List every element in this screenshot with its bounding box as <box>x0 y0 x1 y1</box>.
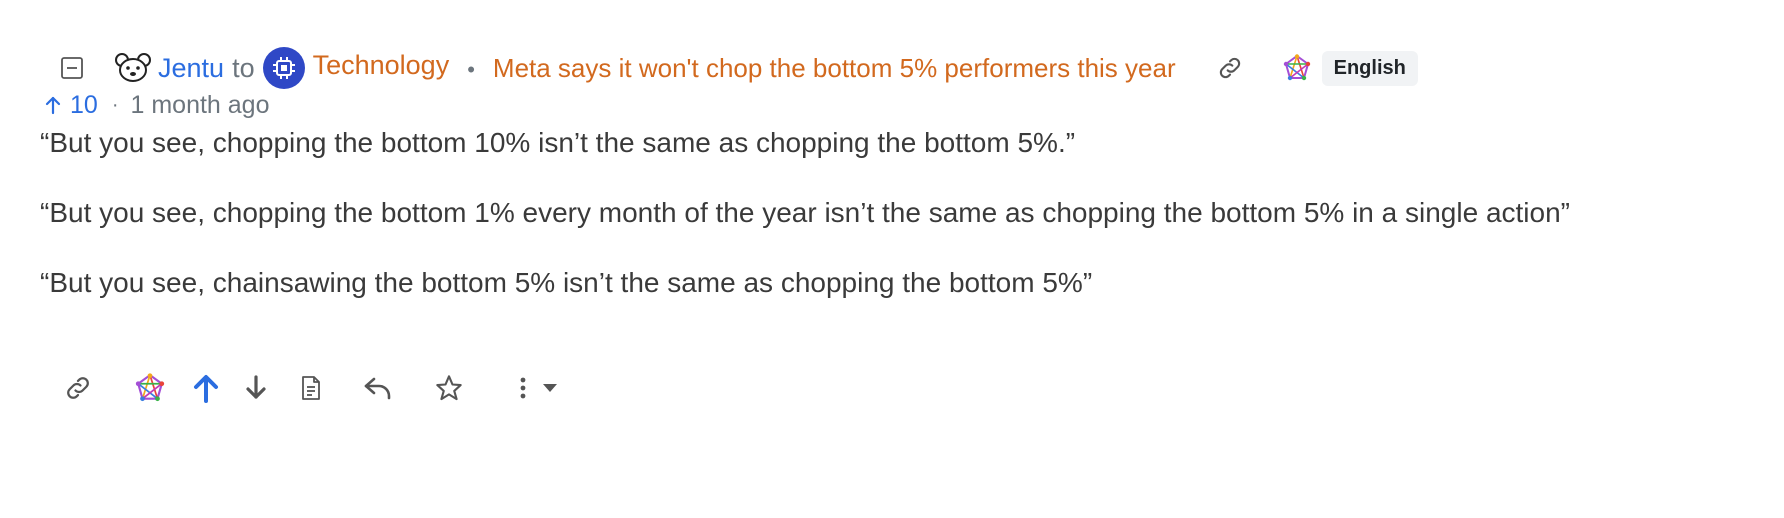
comment-actions <box>60 368 560 408</box>
comment-header: Jentu to Technology • Meta says it won't… <box>60 44 1760 92</box>
star-icon[interactable] <box>434 368 464 408</box>
post-title-link[interactable]: Meta says it won't chop the bottom 5% pe… <box>493 53 1176 84</box>
comment: Jentu to Technology • Meta says it won't… <box>0 0 1784 518</box>
collapse-minus-icon[interactable] <box>60 56 84 80</box>
fediverse-icon[interactable] <box>1282 53 1312 83</box>
document-icon[interactable] <box>298 368 324 408</box>
comment-paragraph: “But you see, chopping the bottom 10% is… <box>40 127 1076 158</box>
score-button[interactable]: 10 <box>44 91 98 120</box>
score-value: 10 <box>70 90 98 119</box>
meta-separator: · <box>111 93 119 116</box>
caret-down-icon[interactable] <box>540 368 560 408</box>
bear-avatar-icon[interactable] <box>114 49 152 87</box>
to-label: to <box>232 52 255 83</box>
comment-paragraph: “But you see, chainsawing the bottom 5% … <box>40 267 1093 298</box>
arrow-up-icon[interactable] <box>190 368 222 408</box>
arrow-down-icon[interactable] <box>242 368 270 408</box>
comment-meta: 10 · 1 month ago <box>44 88 269 122</box>
chip-icon[interactable] <box>262 47 305 89</box>
language-badge: English <box>1321 50 1418 86</box>
comment-body: “But you see, chopping the bottom 10% is… <box>40 122 1760 332</box>
community-link[interactable]: Technology <box>313 50 450 81</box>
link-icon[interactable] <box>60 368 96 408</box>
header-separator: • <box>467 57 475 82</box>
author-link[interactable]: Jentu <box>158 53 224 84</box>
link-icon[interactable] <box>1214 52 1246 84</box>
comment-paragraph: “But you see, chopping the bottom 1% eve… <box>40 197 1570 228</box>
more-vertical-icon[interactable] <box>516 368 530 408</box>
time-ago[interactable]: 1 month ago <box>130 91 269 120</box>
fediverse-icon[interactable] <box>134 368 166 408</box>
reply-icon[interactable] <box>362 368 394 408</box>
arrow-up-small-icon <box>45 96 61 115</box>
